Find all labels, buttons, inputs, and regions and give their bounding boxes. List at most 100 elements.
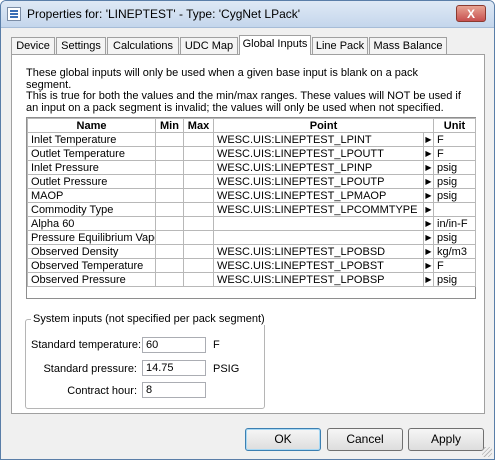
tab-device[interactable]: Device	[11, 37, 55, 54]
tab-mass-balance[interactable]: Mass Balance	[369, 37, 447, 54]
point-browse-arrow-icon[interactable]: ▶	[423, 230, 434, 245]
tab-calculations[interactable]: Calculations	[107, 37, 179, 54]
table-row[interactable]: Observed Temperature WESC.UIS:LINEPTEST_L…	[27, 258, 476, 273]
cell-point[interactable]: WESC.UIS:LINEPTEST_LPOBST	[213, 258, 424, 273]
cell-unit[interactable]: F	[433, 146, 476, 161]
table-row[interactable]: Alpha 60 ▶ in/in-F	[27, 216, 476, 231]
cell-min[interactable]	[155, 230, 184, 245]
table-row[interactable]: Outlet Pressure WESC.UIS:LINEPTEST_LPOUTP…	[27, 174, 476, 189]
standard-temperature-input[interactable]: 60	[142, 337, 206, 353]
cell-point[interactable]: WESC.UIS:LINEPTEST_LPINT	[213, 132, 424, 147]
cell-min[interactable]	[155, 188, 184, 203]
cell-name[interactable]: Observed Density	[27, 244, 156, 259]
cell-min[interactable]	[155, 258, 184, 273]
cell-name[interactable]: Pressure Equilibrium Vapor	[27, 230, 156, 245]
table-row[interactable]: Commodity Type WESC.UIS:LINEPTEST_LPCOMMT…	[27, 202, 476, 217]
cell-min[interactable]	[155, 160, 184, 175]
cell-unit[interactable]: psig	[433, 230, 476, 245]
table-row[interactable]: Outlet Temperature WESC.UIS:LINEPTEST_LPO…	[27, 146, 476, 161]
column-header-name[interactable]: Name	[27, 118, 156, 133]
system-inputs-title: System inputs (not specified per pack se…	[31, 313, 267, 325]
cell-name[interactable]: Outlet Temperature	[27, 146, 156, 161]
standard-pressure-input[interactable]: 14.75	[142, 360, 206, 376]
cell-unit[interactable]	[433, 202, 476, 217]
apply-button[interactable]: Apply	[408, 428, 484, 451]
cell-unit[interactable]: F	[433, 258, 476, 273]
table-row[interactable]: Observed Pressure WESC.UIS:LINEPTEST_LPOB…	[27, 272, 476, 287]
cell-unit[interactable]: kg/m3	[433, 244, 476, 259]
cell-point[interactable]	[213, 230, 424, 245]
column-header-point[interactable]: Point	[213, 118, 434, 133]
cell-min[interactable]	[155, 174, 184, 189]
cell-min[interactable]	[155, 202, 184, 217]
contract-hour-input[interactable]: 8	[142, 382, 206, 398]
cell-point[interactable]: WESC.UIS:LINEPTEST_LPCOMMTYPE	[213, 202, 424, 217]
cell-point[interactable]	[213, 216, 424, 231]
table-row[interactable]: Pressure Equilibrium Vapor ▶ psig	[27, 230, 476, 245]
cell-max[interactable]	[183, 244, 214, 259]
column-header-min[interactable]: Min	[155, 118, 184, 133]
cell-max[interactable]	[183, 258, 214, 273]
cell-point[interactable]: WESC.UIS:LINEPTEST_LPMAOP	[213, 188, 424, 203]
tab-line-pack[interactable]: Line Pack	[312, 37, 368, 54]
cell-min[interactable]	[155, 244, 184, 259]
cell-name[interactable]: Inlet Pressure	[27, 160, 156, 175]
cell-point[interactable]: WESC.UIS:LINEPTEST_LPOUTT	[213, 146, 424, 161]
cell-point[interactable]: WESC.UIS:LINEPTEST_LPOBSP	[213, 272, 424, 287]
table-row[interactable]: Inlet Temperature WESC.UIS:LINEPTEST_LPIN…	[27, 132, 476, 147]
point-browse-arrow-icon[interactable]: ▶	[423, 174, 434, 189]
cell-max[interactable]	[183, 160, 214, 175]
cell-max[interactable]	[183, 230, 214, 245]
cell-max[interactable]	[183, 146, 214, 161]
standard-pressure-unit: PSIG	[213, 363, 240, 375]
point-browse-arrow-icon[interactable]: ▶	[423, 202, 434, 217]
cell-max[interactable]	[183, 202, 214, 217]
point-browse-arrow-icon[interactable]: ▶	[423, 272, 434, 287]
point-browse-arrow-icon[interactable]: ▶	[423, 160, 434, 175]
cell-min[interactable]	[155, 216, 184, 231]
resize-grip[interactable]	[482, 447, 492, 457]
cell-min[interactable]	[155, 146, 184, 161]
column-header-max[interactable]: Max	[183, 118, 214, 133]
cell-point[interactable]: WESC.UIS:LINEPTEST_LPINP	[213, 160, 424, 175]
cancel-button[interactable]: Cancel	[327, 428, 403, 451]
cell-unit[interactable]: in/in-F	[433, 216, 476, 231]
cell-unit[interactable]: psig	[433, 160, 476, 175]
cell-max[interactable]	[183, 174, 214, 189]
cell-name[interactable]: Commodity Type	[27, 202, 156, 217]
app-icon	[7, 7, 21, 21]
table-row[interactable]: Inlet Pressure WESC.UIS:LINEPTEST_LPINP ▶ p…	[27, 160, 476, 175]
cell-name[interactable]: Inlet Temperature	[27, 132, 156, 147]
cell-name[interactable]: Observed Temperature	[27, 258, 156, 273]
cell-unit[interactable]: psig	[433, 272, 476, 287]
cell-point[interactable]: WESC.UIS:LINEPTEST_LPOUTP	[213, 174, 424, 189]
cell-point[interactable]: WESC.UIS:LINEPTEST_LPOBSD	[213, 244, 424, 259]
tab-udc-map[interactable]: UDC Map	[180, 37, 238, 54]
cell-min[interactable]	[155, 132, 184, 147]
cell-name[interactable]: Observed Pressure	[27, 272, 156, 287]
cell-max[interactable]	[183, 132, 214, 147]
column-header-unit[interactable]: Unit	[433, 118, 476, 133]
ok-button[interactable]: OK	[245, 428, 321, 451]
cell-unit[interactable]: F	[433, 132, 476, 147]
point-browse-arrow-icon[interactable]: ▶	[423, 216, 434, 231]
cell-max[interactable]	[183, 188, 214, 203]
tab-settings[interactable]: Settings	[56, 37, 106, 54]
point-browse-arrow-icon[interactable]: ▶	[423, 244, 434, 259]
cell-max[interactable]	[183, 216, 214, 231]
table-row[interactable]: Observed Density WESC.UIS:LINEPTEST_LPOBS…	[27, 244, 476, 259]
cell-min[interactable]	[155, 272, 184, 287]
table-row[interactable]: MAOP WESC.UIS:LINEPTEST_LPMAOP ▶ psig	[27, 188, 476, 203]
point-browse-arrow-icon[interactable]: ▶	[423, 188, 434, 203]
close-button[interactable]: X	[456, 5, 486, 22]
tab-global-inputs[interactable]: Global Inputs	[239, 35, 311, 55]
cell-max[interactable]	[183, 272, 214, 287]
cell-unit[interactable]: psig	[433, 188, 476, 203]
point-browse-arrow-icon[interactable]: ▶	[423, 132, 434, 147]
cell-name[interactable]: Outlet Pressure	[27, 174, 156, 189]
cell-name[interactable]: Alpha 60	[27, 216, 156, 231]
cell-name[interactable]: MAOP	[27, 188, 156, 203]
point-browse-arrow-icon[interactable]: ▶	[423, 146, 434, 161]
cell-unit[interactable]: psig	[433, 174, 476, 189]
point-browse-arrow-icon[interactable]: ▶	[423, 258, 434, 273]
